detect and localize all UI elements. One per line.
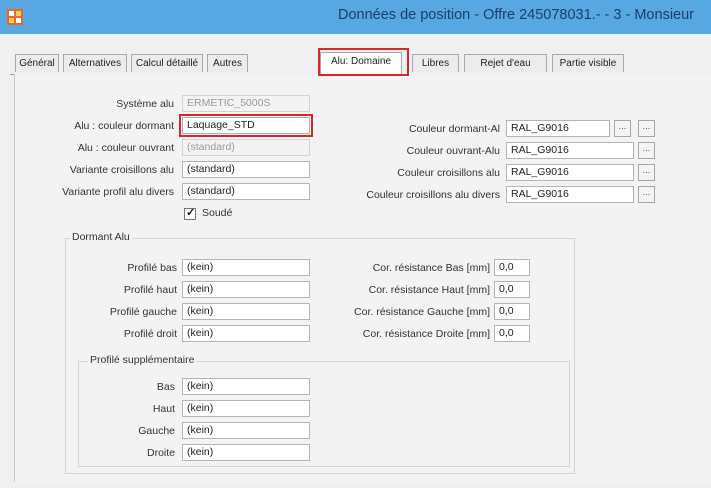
label-couleur-ouvrant: Alu : couleur ouvrant [77, 142, 174, 154]
checkmark-icon: ✓ [186, 207, 196, 219]
label-supp-gauche: Gauche [138, 425, 175, 437]
systeme-alu-field: ERMETIC_5000S [182, 95, 310, 112]
label-couleur-dormant: Alu : couleur dormant [74, 120, 174, 132]
label-cor-resistance-haut: Cor. résistance Haut [mm] [368, 284, 490, 296]
couleur-croisillons-field[interactable]: RAL_G9016 [506, 164, 634, 181]
tab-autres[interactable]: Autres [207, 54, 248, 72]
couleur-ouvrant-alu-field[interactable]: RAL_G9016 [506, 142, 634, 159]
couleur-dormant-al-extra-button[interactable]: ... [638, 120, 655, 137]
couleur-dormant-al-browse-button[interactable]: ... [614, 120, 631, 137]
label-couleur-croisillons: Couleur croisillons alu [397, 167, 500, 179]
couleur-ouvrant-field: (standard) [182, 139, 310, 156]
label-soude: Soudé [202, 207, 233, 219]
label-systeme-alu: Système alu [116, 98, 174, 110]
tab-libres[interactable]: Libres [412, 54, 459, 72]
dormant-alu-title: Dormant Alu [70, 231, 132, 243]
cor-resistance-haut-field[interactable]: 0,0 [494, 281, 530, 298]
supp-haut-field[interactable]: (kein) [182, 400, 310, 417]
variante-profil-field[interactable]: (standard) [182, 183, 310, 200]
tab-rejet-deau[interactable]: Rejet d'eau [464, 54, 547, 72]
profile-supplementaire-title: Profilé supplémentaire [88, 354, 197, 366]
label-couleur-croisillons-divers: Couleur croisillons alu divers [366, 189, 500, 201]
supp-gauche-field[interactable]: (kein) [182, 422, 310, 439]
label-cor-resistance-droite: Cor. résistance Droite [mm] [362, 328, 490, 340]
variante-croisillons-field[interactable]: (standard) [182, 161, 310, 178]
title-bar: Données de position - Offre 245078031.- … [0, 0, 711, 34]
tab-strip: Général Alternatives Calcul détaillé Aut… [10, 52, 711, 75]
profile-gauche-field[interactable]: (kein) [182, 303, 310, 320]
tab-alu-domaine[interactable]: Alu: Domaine [320, 52, 402, 75]
cor-resistance-gauche-field[interactable]: 0,0 [494, 303, 530, 320]
label-profile-haut: Profilé haut [123, 284, 177, 296]
label-profile-gauche: Profilé gauche [109, 306, 177, 318]
profile-bas-field[interactable]: (kein) [182, 259, 310, 276]
label-variante-croisillons: Variante croisillons alu [69, 164, 174, 176]
label-variante-profil: Variante profil alu divers [62, 186, 174, 198]
couleur-dormant-field[interactable]: Laquage_STD [182, 117, 310, 134]
tab-general[interactable]: Général [15, 54, 59, 72]
label-supp-bas: Bas [156, 381, 175, 393]
supp-droite-field[interactable]: (kein) [182, 444, 310, 461]
cor-resistance-droite-field[interactable]: 0,0 [494, 325, 530, 342]
supp-bas-field[interactable]: (kein) [182, 378, 310, 395]
profile-haut-field[interactable]: (kein) [182, 281, 310, 298]
label-profile-bas: Profilé bas [127, 262, 177, 274]
couleur-croisillons-browse-button[interactable]: ... [638, 164, 655, 181]
tab-partie-visible[interactable]: Partie visible [552, 54, 624, 72]
label-profile-droit: Profilé droit [123, 328, 177, 340]
label-cor-resistance-bas: Cor. résistance Bas [mm] [372, 262, 490, 274]
tab-calcul-detaille[interactable]: Calcul détaillé [131, 54, 203, 72]
window-title: Données de position - Offre 245078031.- … [338, 7, 694, 23]
couleur-croisillons-divers-browse-button[interactable]: ... [638, 186, 655, 203]
couleur-dormant-al-field[interactable]: RAL_G9016 [506, 120, 610, 137]
couleur-croisillons-divers-field[interactable]: RAL_G9016 [506, 186, 634, 203]
label-cor-resistance-gauche: Cor. résistance Gauche [mm] [354, 306, 490, 318]
profile-droit-field[interactable]: (kein) [182, 325, 310, 342]
label-supp-droite: Droite [146, 447, 175, 459]
app-icon [7, 9, 23, 25]
cor-resistance-bas-field[interactable]: 0,0 [494, 259, 530, 276]
couleur-ouvrant-alu-browse-button[interactable]: ... [638, 142, 655, 159]
label-supp-haut: Haut [152, 403, 175, 415]
label-couleur-dormant-al: Couleur dormant-Al [408, 123, 500, 135]
label-couleur-ouvrant-alu: Couleur ouvrant-Alu [406, 145, 500, 157]
tab-alternatives[interactable]: Alternatives [63, 54, 127, 72]
soude-checkbox[interactable]: ✓ [184, 207, 196, 220]
